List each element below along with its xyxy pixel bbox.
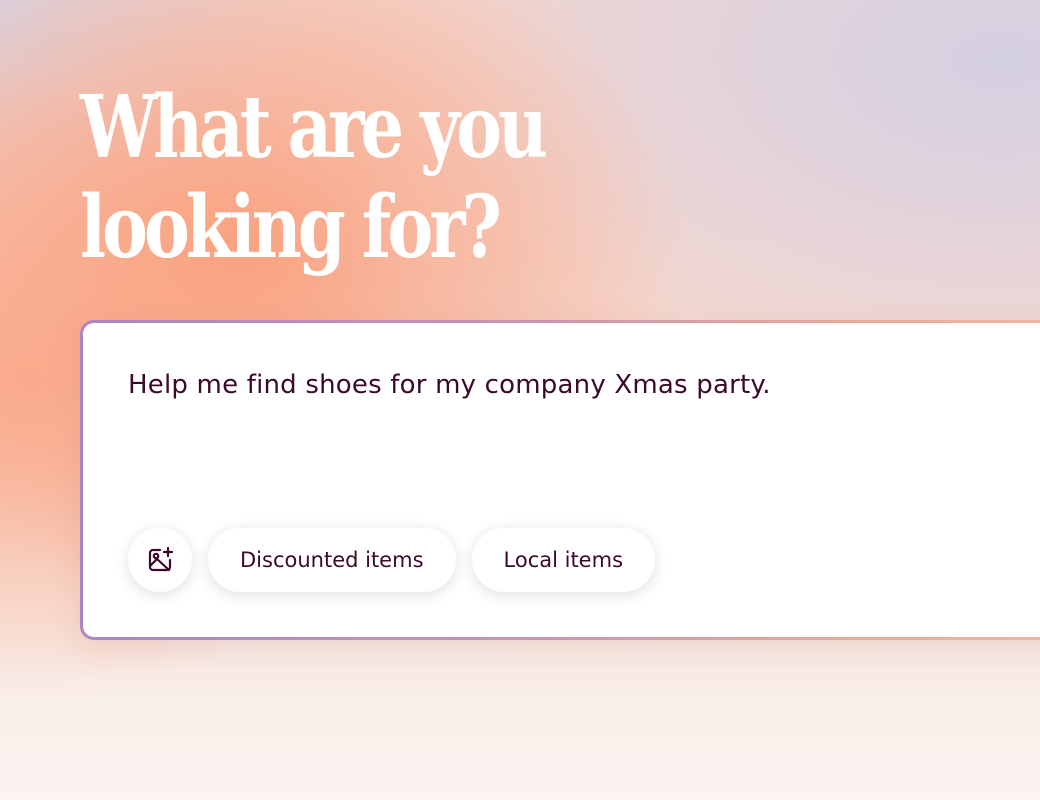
add-image-button[interactable] [128, 528, 192, 592]
headline-line-1: What are you [80, 77, 548, 178]
headline-line-2: looking for? [80, 177, 502, 278]
search-input[interactable]: Help me find shoes for my company Xmas p… [128, 370, 771, 400]
search-actions: Discounted items Local items [128, 528, 656, 592]
page-headline: What are you looking for? [80, 78, 640, 278]
add-image-icon [148, 546, 174, 572]
chip-discounted-items[interactable]: Discounted items [208, 528, 456, 592]
chip-local-items[interactable]: Local items [471, 528, 656, 592]
search-box: Help me find shoes for my company Xmas p… [80, 320, 1040, 640]
search-box-inner: Help me find shoes for my company Xmas p… [83, 323, 1040, 637]
